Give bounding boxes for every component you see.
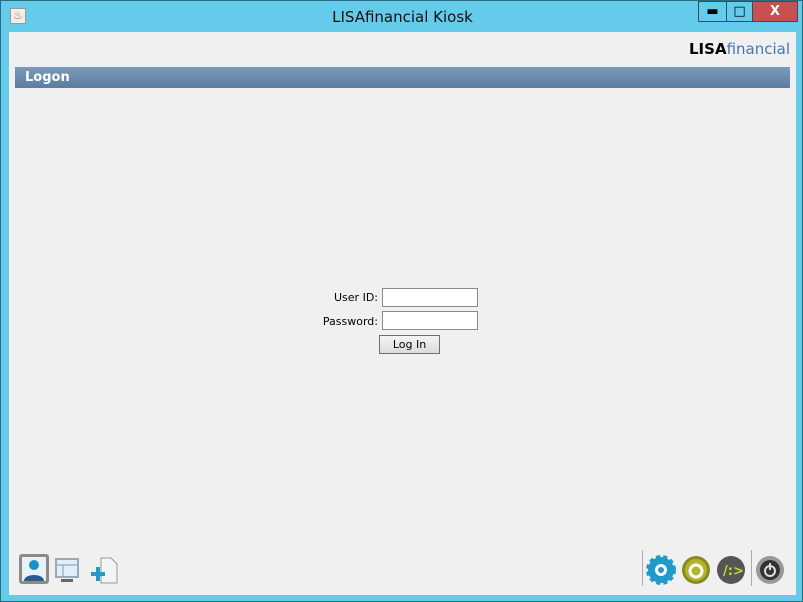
login-button[interactable]: Log In bbox=[379, 335, 440, 354]
svg-text:/:>: /:> bbox=[723, 564, 744, 579]
window-icon[interactable] bbox=[53, 555, 83, 585]
add-document-icon[interactable] bbox=[89, 555, 119, 585]
password-input[interactable] bbox=[382, 311, 478, 330]
brand-logo: LISAfinancial bbox=[689, 40, 790, 58]
app-window: LISAfinancial Kiosk ♨ ▬ □ X LISAfinancia… bbox=[0, 0, 803, 602]
user-id-input[interactable] bbox=[382, 288, 478, 307]
toolbar-divider bbox=[751, 550, 752, 586]
terminal-icon[interactable]: /:> bbox=[716, 555, 746, 585]
client-area: LISAfinancial Logon User ID: Password: L… bbox=[9, 32, 796, 595]
java-icon[interactable]: ♨ bbox=[10, 8, 26, 24]
close-button[interactable]: X bbox=[752, 1, 798, 22]
brand-bold: LISA bbox=[689, 40, 727, 58]
refresh-icon[interactable] bbox=[681, 555, 711, 585]
password-label: Password: bbox=[322, 315, 378, 328]
title-bar: LISAfinancial Kiosk bbox=[1, 1, 803, 32]
section-header: Logon bbox=[15, 67, 790, 88]
user-id-label: User ID: bbox=[334, 291, 378, 304]
user-icon[interactable] bbox=[18, 553, 50, 585]
settings-icon[interactable] bbox=[646, 555, 676, 585]
power-icon[interactable] bbox=[755, 555, 785, 585]
window-title: LISAfinancial Kiosk bbox=[332, 8, 473, 26]
toolbar-divider bbox=[642, 550, 643, 586]
brand-light: financial bbox=[726, 40, 790, 58]
minimize-button[interactable]: ▬ bbox=[698, 1, 727, 22]
maximize-button[interactable]: □ bbox=[726, 1, 753, 22]
